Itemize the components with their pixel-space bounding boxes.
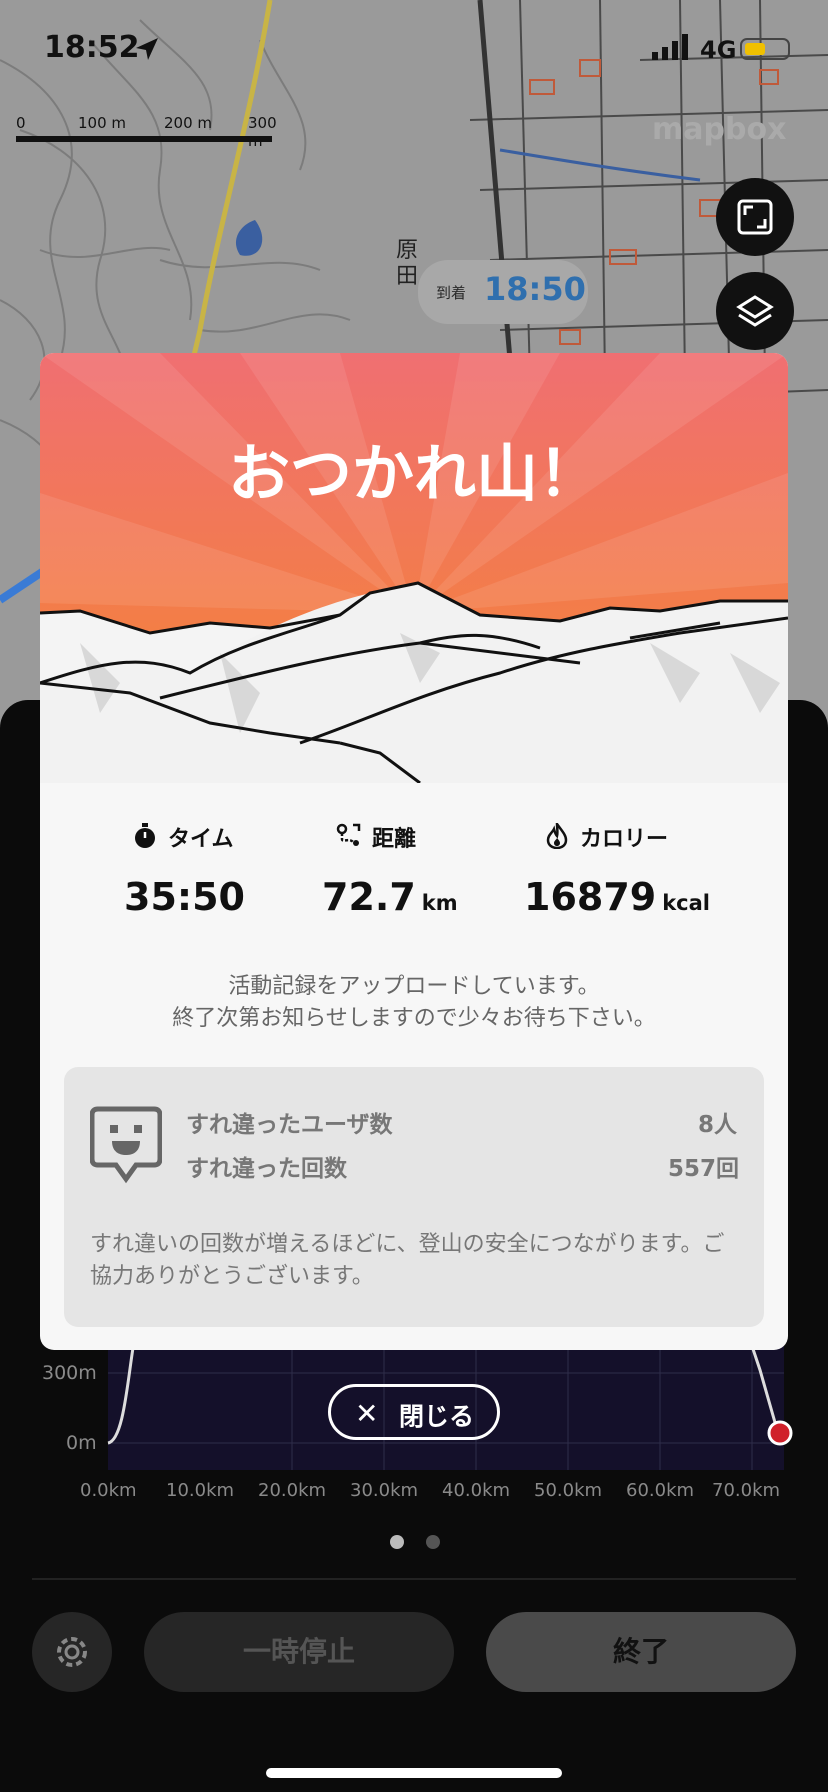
location-arrow-icon — [136, 38, 158, 60]
stat-value: 16879 kcal — [524, 875, 710, 919]
svg-text:原: 原 — [396, 238, 418, 263]
stopwatch-icon — [135, 823, 155, 848]
layers-icon — [736, 295, 774, 327]
eta-bubble: 到着 18:50 — [418, 260, 588, 324]
svg-text:田: 田 — [396, 264, 418, 289]
eta-time: 18:50 — [484, 270, 586, 308]
eta-label: 到着 — [436, 284, 467, 302]
map-scale-bar: 0 100 m 200 m 300 m — [16, 114, 277, 154]
signal-icon — [652, 34, 688, 60]
completion-modal: おつかれ山！ タイム 35:50 距離 72.7 km カロリー 16879 k… — [40, 353, 788, 1350]
stat-value: 72.7 km — [322, 875, 458, 919]
encounter-panel: すれ違ったユーザ数 8人 すれ違った回数 557回 すれ違いの回数が増えるほどに… — [64, 1067, 764, 1327]
x-tick-label: 60.0km — [626, 1480, 695, 1501]
flame-icon — [546, 823, 568, 849]
upload-message: 活動記録をアップロードしています。 終了次第お知らせしますので少々お待ち下さい。 — [172, 974, 656, 1031]
encounter-note: すれ違いの回数が増えるほどに、登山の安全につながります。ご協力ありがとうございま… — [90, 1232, 725, 1289]
scale-label: 0 — [16, 114, 26, 132]
gear-icon — [57, 1637, 87, 1667]
x-tick-label: 70.0km — [712, 1480, 781, 1501]
modal-title: おつかれ山！ — [227, 437, 600, 510]
home-indicator[interactable] — [266, 1768, 562, 1778]
battery-icon — [740, 38, 790, 60]
settings-button[interactable] — [32, 1612, 112, 1692]
x-tick-label: 0.0km — [80, 1480, 137, 1501]
end-button[interactable]: 終了 — [486, 1612, 796, 1692]
fit-route-button[interactable] — [716, 178, 794, 256]
close-label: 閉じる — [399, 1402, 475, 1431]
x-tick-label: 10.0km — [166, 1480, 235, 1501]
stat-label: カロリー — [580, 827, 669, 852]
x-tick-label: 30.0km — [350, 1480, 419, 1501]
y-tick-label: 300m — [42, 1362, 97, 1384]
scale-label: 300 m — [248, 114, 277, 150]
x-tick-label: 40.0km — [442, 1480, 511, 1501]
encounter-users-value: 8人 — [698, 1112, 738, 1138]
stat-label: 距離 — [372, 827, 417, 852]
status-time: 18:52 — [44, 30, 140, 65]
status-bar: 18:52 4G — [0, 0, 828, 100]
page-dot-active[interactable] — [390, 1535, 404, 1549]
map-layers-button[interactable] — [716, 272, 794, 350]
network-type: 4G — [700, 36, 737, 64]
mountain-illustration — [40, 353, 788, 783]
encounter-count-value: 557回 — [668, 1156, 740, 1182]
encounter-users-label: すれ違ったユーザ数 — [186, 1112, 393, 1138]
speech-face-icon — [90, 1106, 162, 1184]
stat-label: タイム — [168, 827, 234, 852]
route-icon — [336, 823, 361, 846]
stat-value: 35:50 — [124, 875, 245, 919]
pause-button[interactable]: 一時停止 — [144, 1612, 454, 1692]
encounter-count-label: すれ違った回数 — [186, 1156, 347, 1182]
track-end-marker — [767, 1420, 793, 1446]
y-tick-label: 0m — [66, 1432, 97, 1454]
divider — [32, 1578, 796, 1580]
expand-icon — [737, 199, 773, 235]
close-button[interactable]: ✕ 閉じる — [328, 1384, 500, 1440]
page-dot[interactable] — [426, 1535, 440, 1549]
scale-label: 200 m — [164, 114, 213, 132]
scale-label: 100 m — [78, 114, 127, 132]
x-tick-label: 50.0km — [534, 1480, 603, 1501]
close-icon: ✕ — [355, 1397, 379, 1430]
x-tick-label: 20.0km — [258, 1480, 327, 1501]
mapbox-logo: mapbox — [652, 112, 787, 147]
